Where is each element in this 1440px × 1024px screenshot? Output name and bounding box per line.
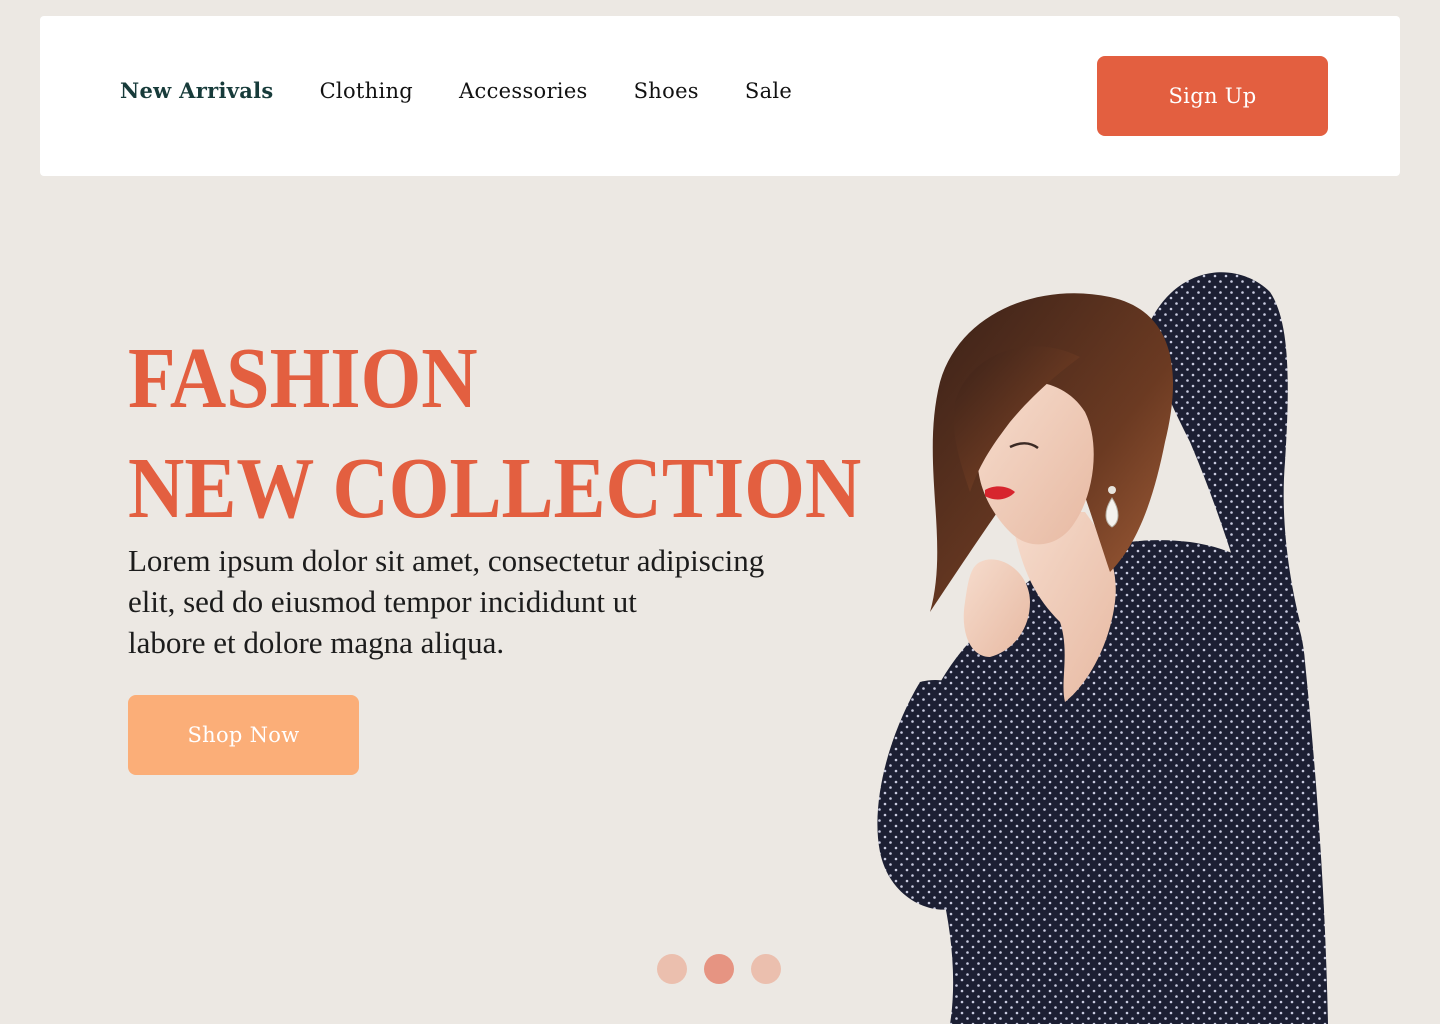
carousel-dot-2[interactable] <box>704 954 734 984</box>
earring-top <box>1108 486 1116 494</box>
hero-model-image <box>877 272 1328 1024</box>
front-sleeve <box>877 680 1006 910</box>
hero-description-line: Lorem ipsum dolor sit amet, consectetur … <box>128 543 765 578</box>
top-navbar: New Arrivals Clothing Accessories Shoes … <box>40 16 1400 176</box>
hero-description: Lorem ipsum dolor sit amet, consectetur … <box>128 540 828 663</box>
hero-description-line: labore et dolore magna aliqua. <box>128 625 505 660</box>
main-nav: New Arrivals Clothing Accessories Shoes … <box>120 78 838 103</box>
hero-title-line2: NEW COLLECTION <box>128 438 862 536</box>
carousel-dot-1[interactable] <box>657 954 687 984</box>
nav-link-clothing[interactable]: Clothing <box>320 79 413 103</box>
carousel-dot-3[interactable] <box>751 954 781 984</box>
hero-description-line: elit, sed do eiusmod tempor incididunt u… <box>128 584 637 619</box>
nav-link-shoes[interactable]: Shoes <box>634 79 699 103</box>
carousel-indicators <box>657 954 781 984</box>
hero-title-line1: FASHION <box>128 328 478 426</box>
shop-now-button[interactable]: Shop Now <box>128 695 359 775</box>
sign-up-button[interactable]: Sign Up <box>1097 56 1328 136</box>
nav-link-new-arrivals[interactable]: New Arrivals <box>120 78 274 103</box>
nav-link-sale[interactable]: Sale <box>745 79 792 103</box>
nav-link-accessories[interactable]: Accessories <box>459 79 588 103</box>
